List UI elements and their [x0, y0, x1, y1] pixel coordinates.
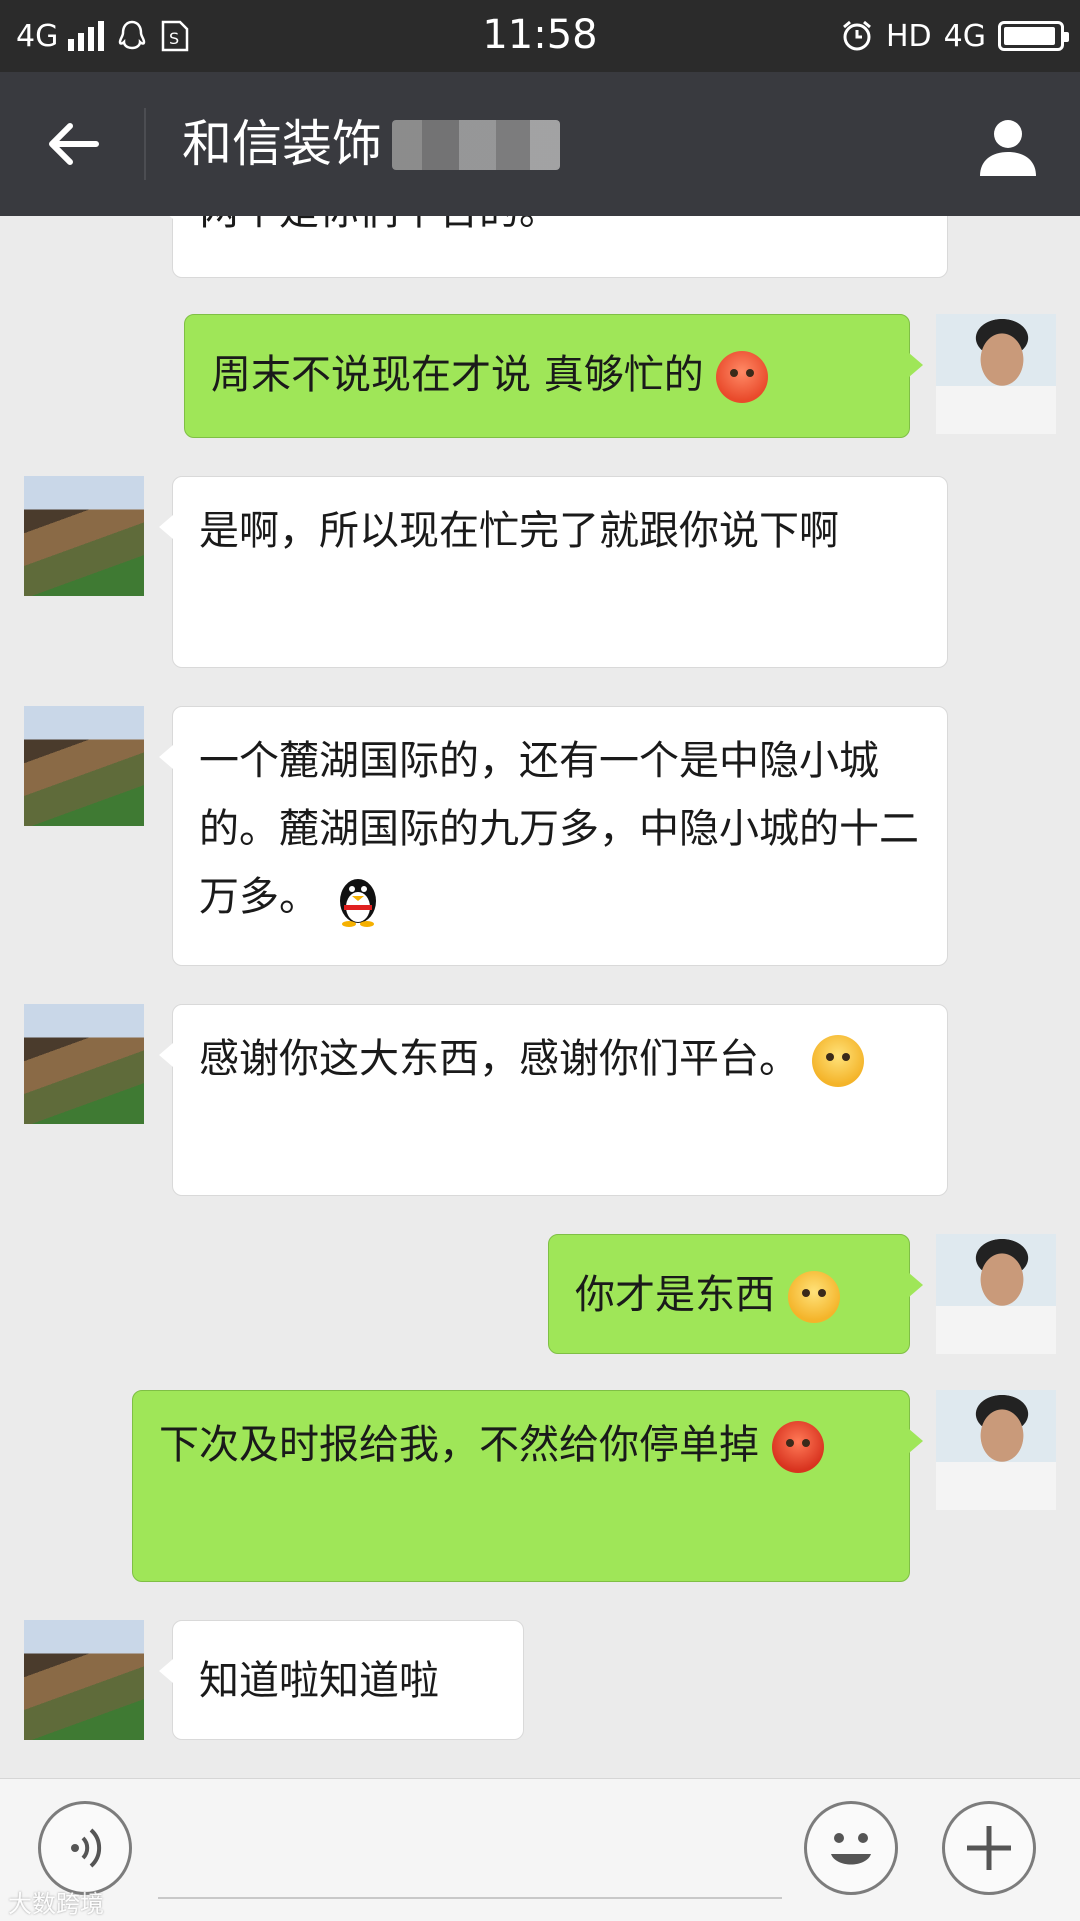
- voice-button[interactable]: [38, 1801, 132, 1895]
- message-bubble-incoming[interactable]: 感谢你这大东西，感谢你们平台。: [159, 1004, 948, 1196]
- back-arrow-icon[interactable]: [38, 108, 110, 180]
- status-bar: 4G S 11:58 HD 4G: [0, 0, 1080, 72]
- contact-avatar[interactable]: [24, 1004, 144, 1124]
- network-type-right: 4G: [943, 18, 986, 54]
- unamused-emoji-icon: [787, 1271, 840, 1323]
- message-text: 周末不说现在才说 真够忙的: [211, 352, 704, 398]
- battery-icon: [998, 21, 1069, 51]
- redacted-name: [392, 120, 560, 170]
- message-text: 两个是你们平台的。: [199, 216, 559, 234]
- contact-avatar[interactable]: [24, 1620, 144, 1740]
- plus-icon: [967, 1826, 1011, 1870]
- contact-avatar[interactable]: [24, 476, 144, 596]
- message-input[interactable]: [158, 1897, 782, 1899]
- message-text: 是啊，所以现在忙完了就跟你说下啊: [199, 508, 839, 554]
- message-text: 下次及时报给我，不然给你停单掉: [159, 1422, 759, 1468]
- message-bubble-incoming[interactable]: 是啊，所以现在忙完了就跟你说下啊: [159, 476, 948, 668]
- input-bar: [0, 1778, 1080, 1921]
- message-text: 你才是东西: [575, 1272, 775, 1318]
- chat-header: 和信装饰: [0, 72, 1080, 216]
- voice-icon: [71, 1828, 102, 1868]
- hd-label: HD: [885, 18, 932, 54]
- more-options-button[interactable]: [942, 1801, 1036, 1895]
- chat-message-list[interactable]: 两个是你们平台的。 周末不说现在才说 真够忙的 是啊，所以现在忙完了就跟你说下啊…: [0, 216, 1080, 1778]
- message-text: 感谢你这大东西，感谢你们平台。: [199, 1036, 799, 1082]
- self-avatar[interactable]: [936, 314, 1056, 434]
- self-avatar[interactable]: [936, 1390, 1056, 1510]
- blush-emoji-icon: [716, 351, 769, 403]
- message-bubble-outgoing[interactable]: 下次及时报给我，不然给你停单掉: [132, 1390, 923, 1582]
- angry-emoji-icon: [771, 1421, 824, 1473]
- header-divider: [144, 108, 146, 180]
- emoji-face-icon: [831, 1833, 871, 1865]
- message-bubble-incoming[interactable]: 两个是你们平台的。: [159, 216, 948, 278]
- message-bubble-outgoing[interactable]: 你才是东西: [548, 1234, 923, 1354]
- message-bubble-incoming[interactable]: 一个麓湖国际的，还有一个是中隐小城的。麓湖国际的九万多，中隐小城的十二万多。: [159, 706, 948, 966]
- self-avatar[interactable]: [936, 1234, 1056, 1354]
- alarm-icon: [843, 20, 871, 51]
- smirk-emoji-icon: [811, 1035, 864, 1087]
- message-text: 知道啦知道啦: [199, 1658, 439, 1704]
- message-bubble-outgoing[interactable]: 周末不说现在才说 真够忙的: [184, 314, 923, 438]
- contact-avatar[interactable]: [24, 706, 144, 826]
- emoji-button[interactable]: [804, 1801, 898, 1895]
- penguin-emoji-icon: [339, 879, 376, 927]
- contact-profile-icon[interactable]: [974, 112, 1042, 180]
- message-text: 一个麓湖国际的，还有一个是中隐小城的。麓湖国际的九万多，中隐小城的十二万多。: [199, 738, 919, 920]
- message-bubble-incoming[interactable]: 知道啦知道啦: [159, 1620, 524, 1740]
- chat-title: 和信装饰: [182, 115, 382, 173]
- watermark: 大数跨境: [8, 1890, 104, 1918]
